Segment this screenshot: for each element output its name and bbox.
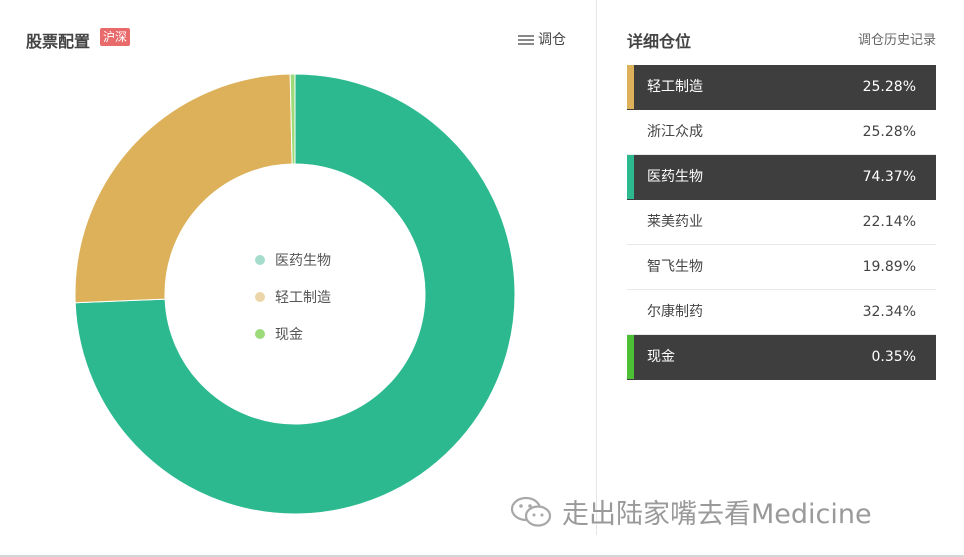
row-accent-bar bbox=[627, 335, 634, 379]
detail-title: 详细仓位 bbox=[627, 32, 692, 51]
legend-item-2[interactable]: 现金 bbox=[255, 315, 331, 352]
position-name: 尔康制药 bbox=[647, 304, 703, 320]
watermark-text: 走出陆家嘴去看Medicine bbox=[562, 499, 872, 530]
list-icon bbox=[518, 34, 534, 45]
position-percent: 25.28% bbox=[862, 124, 916, 140]
position-row[interactable]: 智飞生物 19.89% bbox=[627, 245, 936, 290]
row-accent-bar bbox=[627, 155, 634, 199]
position-name: 轻工制造 bbox=[647, 79, 703, 95]
position-percent: 0.35% bbox=[871, 349, 916, 365]
legend-label: 现金 bbox=[275, 326, 303, 343]
legend-dot bbox=[255, 328, 265, 339]
position-name: 莱美药业 bbox=[647, 214, 703, 230]
position-table: 轻工制造 25.28% 浙江众成 25.28% 医药生物 74.37% 莱美药业 22.14%… bbox=[627, 65, 936, 380]
row-accent-bar bbox=[627, 65, 634, 109]
legend-dot bbox=[255, 254, 265, 265]
position-percent: 25.28% bbox=[862, 79, 916, 95]
market-badge: 沪深 bbox=[100, 28, 131, 46]
panel-title: 股票配置 bbox=[26, 32, 91, 51]
position-row[interactable]: 医药生物 74.37% bbox=[627, 155, 936, 200]
adjust-history-link[interactable]: 调仓历史记录 bbox=[858, 29, 936, 48]
watermark: 走出陆家嘴去看Medicine bbox=[510, 492, 872, 531]
legend-item-1[interactable]: 轻工制造 bbox=[255, 278, 331, 315]
legend-label: 医药生物 bbox=[275, 252, 331, 269]
position-name: 智飞生物 bbox=[647, 259, 703, 275]
legend-item-0[interactable]: 医药生物 bbox=[255, 241, 331, 278]
position-percent: 22.14% bbox=[862, 214, 916, 230]
position-name: 医药生物 bbox=[647, 169, 703, 185]
position-row[interactable]: 现金 0.35% bbox=[627, 335, 936, 380]
adjust-position-label: 调仓 bbox=[538, 32, 566, 48]
position-detail-panel: 详细仓位 调仓历史记录 轻工制造 25.28% 浙江众成 25.28% 医药生物 74.3… bbox=[597, 0, 964, 557]
legend-dot bbox=[255, 291, 265, 302]
position-row[interactable]: 浙江众成 25.28% bbox=[627, 110, 936, 155]
position-name: 浙江众成 bbox=[647, 124, 703, 140]
stock-allocation-panel: 股票配置 沪深 调仓 医药生物轻工制造现金 bbox=[0, 0, 596, 557]
legend-label: 轻工制造 bbox=[275, 289, 331, 306]
position-percent: 32.34% bbox=[862, 304, 916, 320]
position-row[interactable]: 轻工制造 25.28% bbox=[627, 65, 936, 110]
chart-legend: 医药生物轻工制造现金 bbox=[255, 241, 331, 352]
position-percent: 19.89% bbox=[862, 259, 916, 275]
position-row[interactable]: 莱美药业 22.14% bbox=[627, 200, 936, 245]
wechat-icon bbox=[510, 496, 552, 527]
position-row[interactable]: 尔康制药 32.34% bbox=[627, 290, 936, 335]
position-name: 现金 bbox=[647, 349, 675, 365]
position-percent: 74.37% bbox=[862, 169, 916, 185]
adjust-position-button[interactable]: 调仓 bbox=[518, 29, 566, 49]
